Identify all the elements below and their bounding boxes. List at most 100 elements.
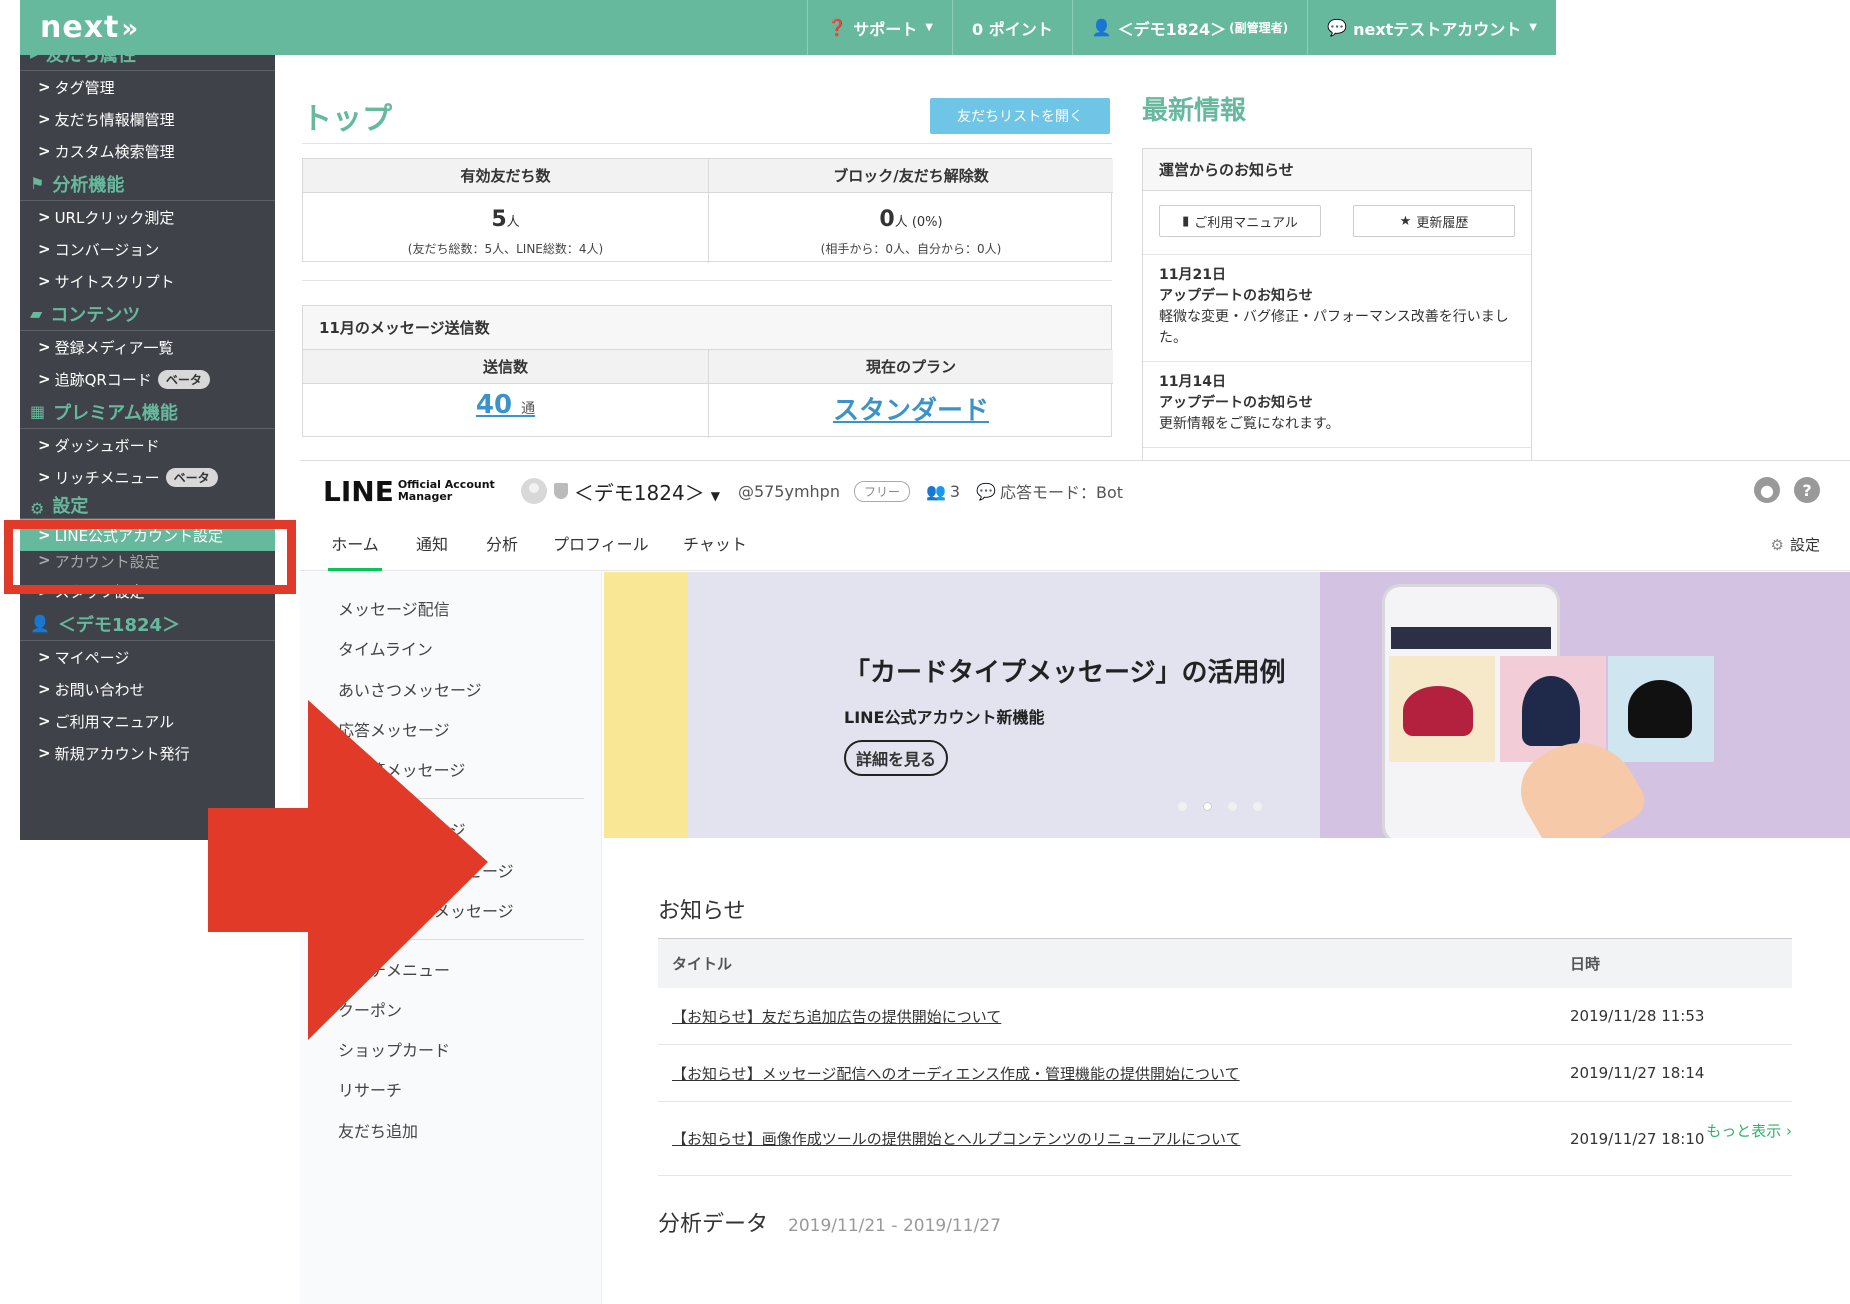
- gear-icon: ⚙: [1770, 536, 1784, 554]
- sent-count-cell: 送信数 40 通: [303, 350, 708, 438]
- carousel-dot[interactable]: [1253, 802, 1262, 811]
- chevron-right-icon: ›: [1786, 1122, 1792, 1140]
- sidebar-item-friend-info[interactable]: > 友だち情報欄管理: [20, 103, 275, 135]
- heading-label: 設定: [52, 496, 89, 517]
- announcement-date: 2019/11/27 18:14: [1570, 1064, 1705, 1082]
- banner-subtitle: LINE公式アカウント新機能: [844, 708, 1045, 727]
- support-menu[interactable]: ❓ サポート ▼: [807, 0, 952, 55]
- carousel-dot[interactable]: [1178, 802, 1187, 811]
- account-name: ＜デモ1824＞: [573, 480, 705, 505]
- account-label: nextテストアカウント: [1353, 19, 1522, 39]
- profile-icon[interactable]: ●: [1754, 477, 1780, 503]
- button-label: 更新履歴: [1416, 215, 1469, 231]
- carousel-dot[interactable]: [1228, 802, 1237, 811]
- account-menu[interactable]: 💬 nextテストアカウント ▼: [1307, 0, 1556, 55]
- tab-profile[interactable]: プロフィール: [553, 521, 649, 571]
- message-count-box: 11月のメッセージ送信数 送信数 40 通 現在のプラン スタンダード: [302, 305, 1113, 438]
- nav-shop-card[interactable]: ショップカード: [338, 1037, 450, 1061]
- topbar-icons: ● ?: [1754, 477, 1820, 503]
- carousel-dots: [1178, 802, 1262, 811]
- col-date: 日時: [1570, 955, 1601, 973]
- analytics-title-text: 分析データ: [658, 1212, 769, 1237]
- sidebar-item-tag-management[interactable]: > タグ管理: [20, 71, 275, 103]
- button-label: ご利用マニュアル: [1194, 215, 1298, 231]
- sidebar-item-conversion[interactable]: > コンバージョン: [20, 233, 275, 265]
- blocked-label: ブロック/友だち解除数: [709, 159, 1113, 193]
- sent-value-link[interactable]: 40 通: [303, 390, 708, 420]
- sidebar-item-label: ダッシュボード: [54, 436, 160, 455]
- next-logo[interactable]: next»: [40, 10, 139, 45]
- carousel-dot-active[interactable]: [1203, 802, 1212, 811]
- nav-add-friends[interactable]: 友だち追加: [338, 1118, 418, 1142]
- tab-analytics[interactable]: 分析: [486, 521, 518, 571]
- user-icon: 👤: [1091, 18, 1112, 37]
- heading-label: プレミアム機能: [53, 402, 178, 424]
- announcement-link[interactable]: 【お知らせ】友だち追加広告の提供開始について: [672, 1008, 1001, 1026]
- valid-friends-label: 有効友だち数: [303, 159, 708, 193]
- friends-count-value: 3: [949, 481, 961, 501]
- logo-subtext: Official Account Manager: [398, 479, 495, 503]
- tab-notifications[interactable]: 通知: [416, 521, 448, 571]
- response-mode[interactable]: 💬 応答モード：Bot: [976, 479, 1123, 503]
- sidebar-heading-settings: ⚙ 設定: [20, 493, 275, 519]
- account-avatar: [520, 478, 547, 504]
- tab-home[interactable]: ホーム: [328, 521, 382, 571]
- history-button[interactable]: ★ 更新履歴: [1353, 205, 1515, 237]
- sidebar-item-qr-code[interactable]: > 追跡QRコード ベータ: [20, 363, 275, 395]
- account-selector[interactable]: ＜デモ1824＞ ▼: [574, 477, 720, 506]
- shoe-card-illustration: [1608, 656, 1714, 762]
- sidebar-item-mypage[interactable]: > マイページ: [20, 641, 275, 673]
- manual-button[interactable]: ▮ ご利用マニュアル: [1159, 205, 1321, 237]
- message-count-heading: 11月のメッセージ送信数: [303, 306, 1111, 350]
- announcement-link[interactable]: 【お知らせ】メッセージ配信へのオーディエンス作成・管理機能の提供開始について: [672, 1065, 1240, 1083]
- plan-value-link[interactable]: スタンダード: [709, 390, 1113, 427]
- sidebar-item-custom-search[interactable]: > カスタム検索管理: [20, 135, 275, 167]
- sidebar-item-media-list[interactable]: > 登録メディア一覧: [20, 331, 275, 363]
- sidebar-item-label: タグ管理: [54, 78, 115, 97]
- book-icon: ▮: [1182, 213, 1190, 229]
- gift-icon: ▦: [30, 402, 46, 421]
- plan-cell: 現在のプラン スタンダード: [708, 350, 1113, 438]
- announcements-table: タイトル 日時 【お知らせ】友だち追加広告の提供開始について 2019/11/2…: [658, 938, 1792, 1176]
- unit: 通: [521, 401, 536, 417]
- nav-research[interactable]: リサーチ: [338, 1077, 402, 1101]
- plan-label: 現在のプラン: [709, 350, 1113, 384]
- sidebar-item-site-script[interactable]: > サイトスクリプト: [20, 265, 275, 297]
- help-icon[interactable]: ?: [1794, 477, 1820, 503]
- announcement-link[interactable]: 【お知らせ】画像作成ツールの提供開始とヘルプコンテンツのリニューアルについて: [672, 1130, 1241, 1148]
- banner-details-button[interactable]: 詳細を見る: [844, 740, 948, 776]
- user-menu[interactable]: 👤 ＜デモ1824＞ (副管理者): [1071, 0, 1307, 55]
- right-arrow-annotation: [208, 700, 488, 1040]
- valid-friends-breakdown: (友だち総数：5人、LINE総数：4人): [407, 242, 604, 256]
- tab-chat[interactable]: チャット: [683, 521, 747, 571]
- line-logo[interactable]: LINE Official Account Manager: [323, 475, 495, 508]
- sidebar-item-label: お問い合わせ: [54, 680, 145, 699]
- sidebar-item-label: 新規アカウント発行: [54, 744, 190, 763]
- sidebar-partial-heading: ▸ 友だち属性: [20, 55, 275, 71]
- valid-friends-value-wrap: 5人: [303, 207, 708, 232]
- valid-friends-cell: 有効友だち数 5人 (友だち総数：5人、LINE総数：4人): [303, 159, 708, 263]
- nav-timeline[interactable]: タイムライン: [338, 636, 433, 660]
- news-title-text: アップデートのお知らせ: [1159, 288, 1313, 304]
- sidebar-item-url-click[interactable]: > URLクリック測定: [20, 201, 275, 233]
- promo-banner[interactable]: 「カードタイプメッセージ」の活用例 LINE公式アカウント新機能 詳細を見る: [604, 572, 1850, 838]
- nav-greeting-message[interactable]: あいさつメッセージ: [338, 677, 482, 701]
- open-friend-list-button[interactable]: 友だちリストを開く: [930, 98, 1110, 134]
- news-body: 軽微な変更・バグ修正・パフォーマンス改善を行いました。: [1159, 309, 1509, 346]
- news-date: 11月14日: [1159, 374, 1226, 390]
- settings-link[interactable]: ⚙ 設定: [1771, 521, 1820, 571]
- sidebar-item-dashboard[interactable]: > ダッシュボード: [20, 429, 275, 461]
- caret-down-icon: ▼: [1529, 22, 1537, 33]
- nav-message-delivery[interactable]: メッセージ配信: [338, 596, 450, 620]
- sidebar-item-label: 追跡QRコード: [54, 370, 152, 389]
- news-entry: 11月21日 アップデートのお知らせ 軽微な変更・バグ修正・パフォーマンス改善を…: [1143, 255, 1531, 362]
- sidebar-heading-contents: ▰ コンテンツ: [20, 297, 275, 331]
- show-more-link[interactable]: もっと表示 ›: [1706, 1120, 1792, 1141]
- points-display[interactable]: 0 ポイント: [951, 0, 1072, 55]
- show-more-label: もっと表示: [1706, 1122, 1782, 1140]
- account-id: @575ymhpn: [737, 481, 840, 501]
- sidebar-item-rich-menu[interactable]: > リッチメニュー ベータ: [20, 461, 275, 493]
- partial-heading-label: 友だち属性: [46, 55, 137, 66]
- news-title: 最新情報: [1142, 96, 1247, 126]
- divider: [302, 143, 1112, 144]
